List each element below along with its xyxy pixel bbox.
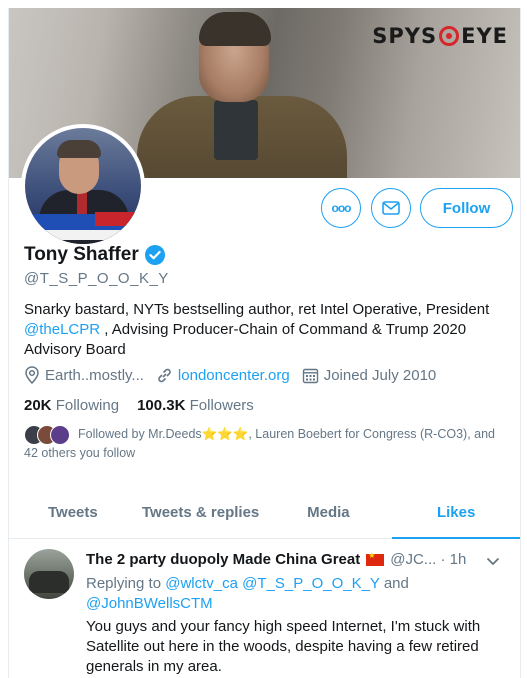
banner-figure-hair xyxy=(199,12,271,46)
banner-watermark-logo: SPYS EYE xyxy=(372,24,508,48)
website-link[interactable]: londoncenter.org xyxy=(178,367,290,384)
website[interactable]: londoncenter.org xyxy=(156,367,290,384)
avatar-hair xyxy=(57,140,101,158)
logo-text-right: EYE xyxy=(461,24,508,48)
reply-mention[interactable]: @wlctv_ca xyxy=(165,575,238,592)
followed-by-more: 42 others you follow xyxy=(24,446,136,460)
followed-by-section[interactable]: Followed by Mr.Deeds⭐⭐⭐, Lauren Boebert … xyxy=(24,425,514,463)
more-options-button[interactable]: ooo xyxy=(321,188,361,228)
tab-media[interactable]: Media xyxy=(265,486,393,538)
join-date: Joined July 2010 xyxy=(302,366,437,384)
china-flag-icon xyxy=(366,551,385,566)
location-pin-icon xyxy=(25,366,39,384)
tab-tweets[interactable]: Tweets xyxy=(9,486,137,538)
tweet-author-name[interactable]: The 2 party duopoly Made China Great xyxy=(86,551,360,568)
avatar-news-chyron-accent xyxy=(95,212,141,226)
envelope-icon xyxy=(382,201,400,215)
profile-bio: Snarky bastard, NYTs bestselling author,… xyxy=(24,300,514,360)
profile-tabs: Tweets Tweets & replies Media Likes xyxy=(9,486,520,539)
avatar-news-ticker xyxy=(25,230,141,240)
tweet-author-meta[interactable]: @JC... · 1h xyxy=(390,551,466,568)
followed-by-text: Followed by Mr.Deeds⭐⭐⭐, Lauren Boebert … xyxy=(78,427,495,441)
followers-label: Followers xyxy=(189,397,254,414)
tweet-reply-context: Replying to @wlctv_ca @T_S_P_O_O_K_Y and… xyxy=(86,574,506,614)
profile-meta: Earth..mostly... londoncenter.org Joined… xyxy=(24,366,448,384)
profile-handle: @T_S_P_O_O_K_Y xyxy=(24,270,169,287)
location: Earth..mostly... xyxy=(24,366,144,384)
follow-button[interactable]: Follow xyxy=(420,188,513,228)
profile-name-row: Tony Shaffer xyxy=(24,244,165,266)
verified-badge-icon xyxy=(144,245,165,265)
tweet[interactable]: The 2 party duopoly Made China Great @JC… xyxy=(9,539,520,678)
followers-stat[interactable]: 100.3K Followers xyxy=(137,397,254,414)
logo-text-left: SPYS xyxy=(372,24,438,48)
tweet-text: You guys and your fancy high speed Inter… xyxy=(86,618,481,675)
calendar-icon xyxy=(302,368,318,383)
followers-count: 100.3K xyxy=(137,397,186,414)
chevron-down-icon[interactable] xyxy=(486,553,500,569)
tab-likes[interactable]: Likes xyxy=(392,486,520,539)
tweet-header: The 2 party duopoly Made China Great @JC… xyxy=(86,551,466,569)
message-button[interactable] xyxy=(371,188,411,228)
reply-prefix: Replying to xyxy=(86,575,162,592)
bio-mention-link[interactable]: @theLCPR xyxy=(24,321,100,338)
location-text: Earth..mostly... xyxy=(45,366,144,384)
logo-eye-icon xyxy=(439,26,460,46)
tab-tweets-replies[interactable]: Tweets & replies xyxy=(137,486,265,538)
following-count: 20K xyxy=(24,397,52,414)
following-label: Following xyxy=(55,397,120,414)
followed-by-avatars xyxy=(24,425,72,445)
avatar-photo-shape xyxy=(29,571,69,593)
profile-stats: 20K Following 100.3K Followers xyxy=(24,397,254,414)
profile-name: Tony Shaffer xyxy=(24,244,139,265)
reply-mention[interactable]: @JohnBWellsCTM xyxy=(86,595,213,612)
tweet-author-avatar[interactable] xyxy=(24,549,74,599)
link-icon xyxy=(158,368,171,382)
bio-text-prefix: Snarky bastard, NYTs bestselling author,… xyxy=(24,301,490,318)
profile-page: SPYS EYE ooo Follow Tony Shaffer @T_S_P_… xyxy=(8,8,521,678)
following-stat[interactable]: 20K Following xyxy=(24,397,119,414)
reply-and: and xyxy=(383,575,409,592)
follower-avatar xyxy=(50,425,70,445)
banner-figure-shirt xyxy=(214,100,258,160)
reply-mention[interactable]: @T_S_P_O_O_K_Y xyxy=(242,575,380,592)
join-date-text: Joined July 2010 xyxy=(323,366,437,384)
more-icon: ooo xyxy=(331,201,352,215)
profile-avatar[interactable] xyxy=(21,124,145,248)
